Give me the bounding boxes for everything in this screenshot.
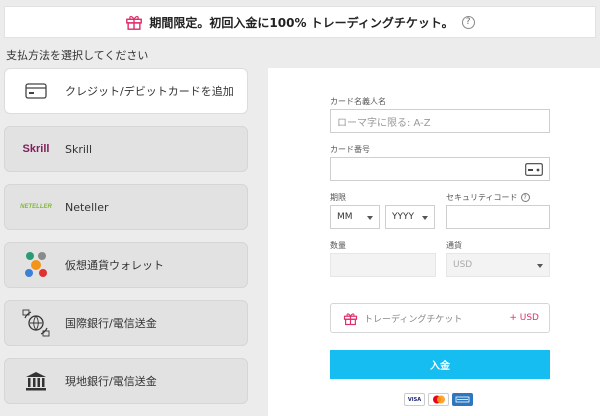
international-bank-transfer-icon xyxy=(22,309,50,337)
expiry-month-value: MM xyxy=(337,212,353,222)
skrill-logo: Skrill xyxy=(22,143,50,155)
local-bank-icon xyxy=(26,372,46,391)
card-cvc-icon xyxy=(525,163,543,176)
chevron-down-icon xyxy=(422,216,428,220)
method-label: Neteller xyxy=(65,200,109,214)
trading-ticket-label: トレーディングチケット xyxy=(364,314,463,325)
method-neteller[interactable]: NETELLER Neteller xyxy=(4,184,248,230)
method-credit-card[interactable]: クレジット/デビットカードを追加 xyxy=(4,68,248,114)
expiry-label: 期限 xyxy=(330,193,346,202)
cardholder-input[interactable]: ローマ字に限る: A-Z xyxy=(330,109,550,133)
trading-ticket-amount: + USD xyxy=(509,313,539,323)
crypto-coins-icon xyxy=(25,252,47,277)
expiry-year-value: YYYY xyxy=(392,212,414,222)
method-skrill[interactable]: Skrill Skrill xyxy=(4,126,248,172)
mastercard-logo xyxy=(428,393,449,406)
card-number-label: カード番号 xyxy=(330,145,370,154)
security-code-label: セキュリティコード? xyxy=(446,192,530,203)
trading-ticket-box[interactable]: トレーディングチケット + USD xyxy=(330,303,550,333)
method-label: Skrill xyxy=(65,142,93,156)
credit-card-icon xyxy=(25,83,47,99)
method-label: クレジット/デビットカードを追加 xyxy=(65,85,234,98)
help-icon[interactable]: ? xyxy=(461,15,475,29)
section-title: 支払方法を選択してください xyxy=(6,49,149,62)
amex-logo xyxy=(452,393,473,406)
card-form-panel: カード名義人名 ローマ字に限る: A-Z カード番号 期限 MM YYYY セキ… xyxy=(268,68,600,416)
neteller-logo: NETELLER xyxy=(20,204,52,210)
deposit-button[interactable]: 入金 xyxy=(330,350,550,379)
method-label: 仮想通貨ウォレット xyxy=(65,259,164,272)
method-local-bank[interactable]: 現地銀行/電信送金 xyxy=(4,358,248,404)
method-label: 現地銀行/電信送金 xyxy=(65,375,157,388)
visa-logo: VISA xyxy=(404,393,425,406)
gift-icon xyxy=(343,312,358,325)
currency-select[interactable]: USD xyxy=(446,253,550,277)
promo-text: 期間限定。初回入金に100% トレーディングチケット。 xyxy=(149,15,454,30)
security-code-input[interactable] xyxy=(446,205,550,229)
method-international-bank[interactable]: 国際銀行/電信送金 xyxy=(4,300,248,346)
currency-value: USD xyxy=(453,260,473,270)
method-label: 国際銀行/電信送金 xyxy=(65,317,157,330)
currency-label: 通貨 xyxy=(446,241,462,250)
chevron-down-icon xyxy=(367,216,373,220)
amount-input[interactable] xyxy=(330,253,436,277)
method-crypto-wallet[interactable]: 仮想通貨ウォレット xyxy=(4,242,248,288)
promo-banner: 期間限定。初回入金に100% トレーディングチケット。 ? xyxy=(4,6,596,38)
help-icon[interactable]: ? xyxy=(520,193,530,202)
cardholder-label: カード名義人名 xyxy=(330,97,386,106)
gift-icon xyxy=(126,15,143,30)
expiry-month-select[interactable]: MM xyxy=(330,205,380,229)
expiry-year-select[interactable]: YYYY xyxy=(385,205,435,229)
payment-method-list: クレジット/デビットカードを追加 Skrill Skrill NETELLER … xyxy=(4,68,248,416)
chevron-down-icon xyxy=(537,264,543,268)
amount-label: 数量 xyxy=(330,241,346,250)
accepted-cards: VISA xyxy=(404,393,473,406)
card-number-input[interactable] xyxy=(330,157,550,181)
